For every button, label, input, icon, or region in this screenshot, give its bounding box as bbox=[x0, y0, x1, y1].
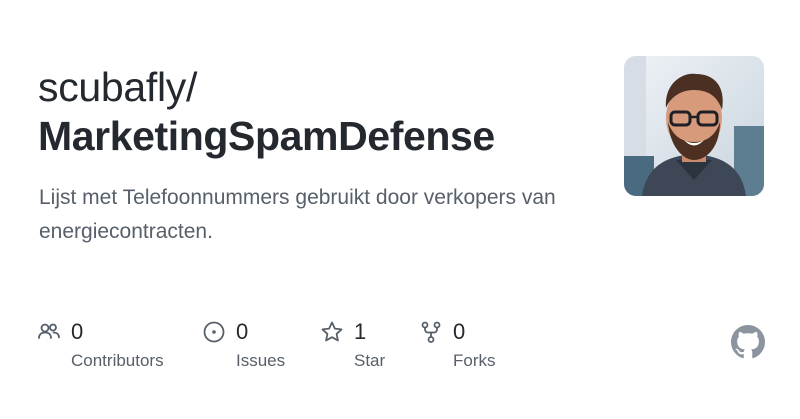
stars-count: 1 bbox=[354, 319, 367, 344]
repo-description: Lijst met Telefoonnummers gebruikt door … bbox=[39, 186, 556, 243]
repository-social-card: scubafly/ MarketingSpamDefense Lijst met… bbox=[0, 0, 800, 419]
contributors-label: Contributors bbox=[71, 351, 164, 370]
repo-stats: 0 Contributors 0 Issues 1 Star 0 Forks bbox=[0, 318, 800, 378]
people-icon bbox=[37, 320, 61, 344]
avatar-portrait-image bbox=[624, 56, 764, 196]
stat-forks[interactable]: 0 Forks bbox=[419, 318, 496, 372]
contributors-count: 0 bbox=[71, 319, 84, 344]
avatar[interactable] bbox=[624, 56, 764, 196]
issue-icon bbox=[202, 320, 226, 344]
stat-stars[interactable]: 1 Star bbox=[320, 318, 385, 372]
stat-contributors[interactable]: 0 Contributors bbox=[37, 318, 164, 372]
stars-label: Star bbox=[354, 351, 386, 370]
issues-count: 0 bbox=[236, 319, 249, 344]
repo-name[interactable]: MarketingSpamDefense bbox=[38, 112, 495, 160]
star-icon bbox=[320, 320, 344, 344]
forks-label: Forks bbox=[453, 351, 496, 370]
stat-issues[interactable]: 0 Issues bbox=[202, 318, 285, 372]
issues-label: Issues bbox=[236, 351, 286, 370]
forks-count: 0 bbox=[453, 319, 466, 344]
github-logo-icon[interactable] bbox=[731, 325, 765, 359]
repo-owner[interactable]: scubafly/ bbox=[38, 64, 197, 110]
fork-icon bbox=[419, 320, 443, 344]
